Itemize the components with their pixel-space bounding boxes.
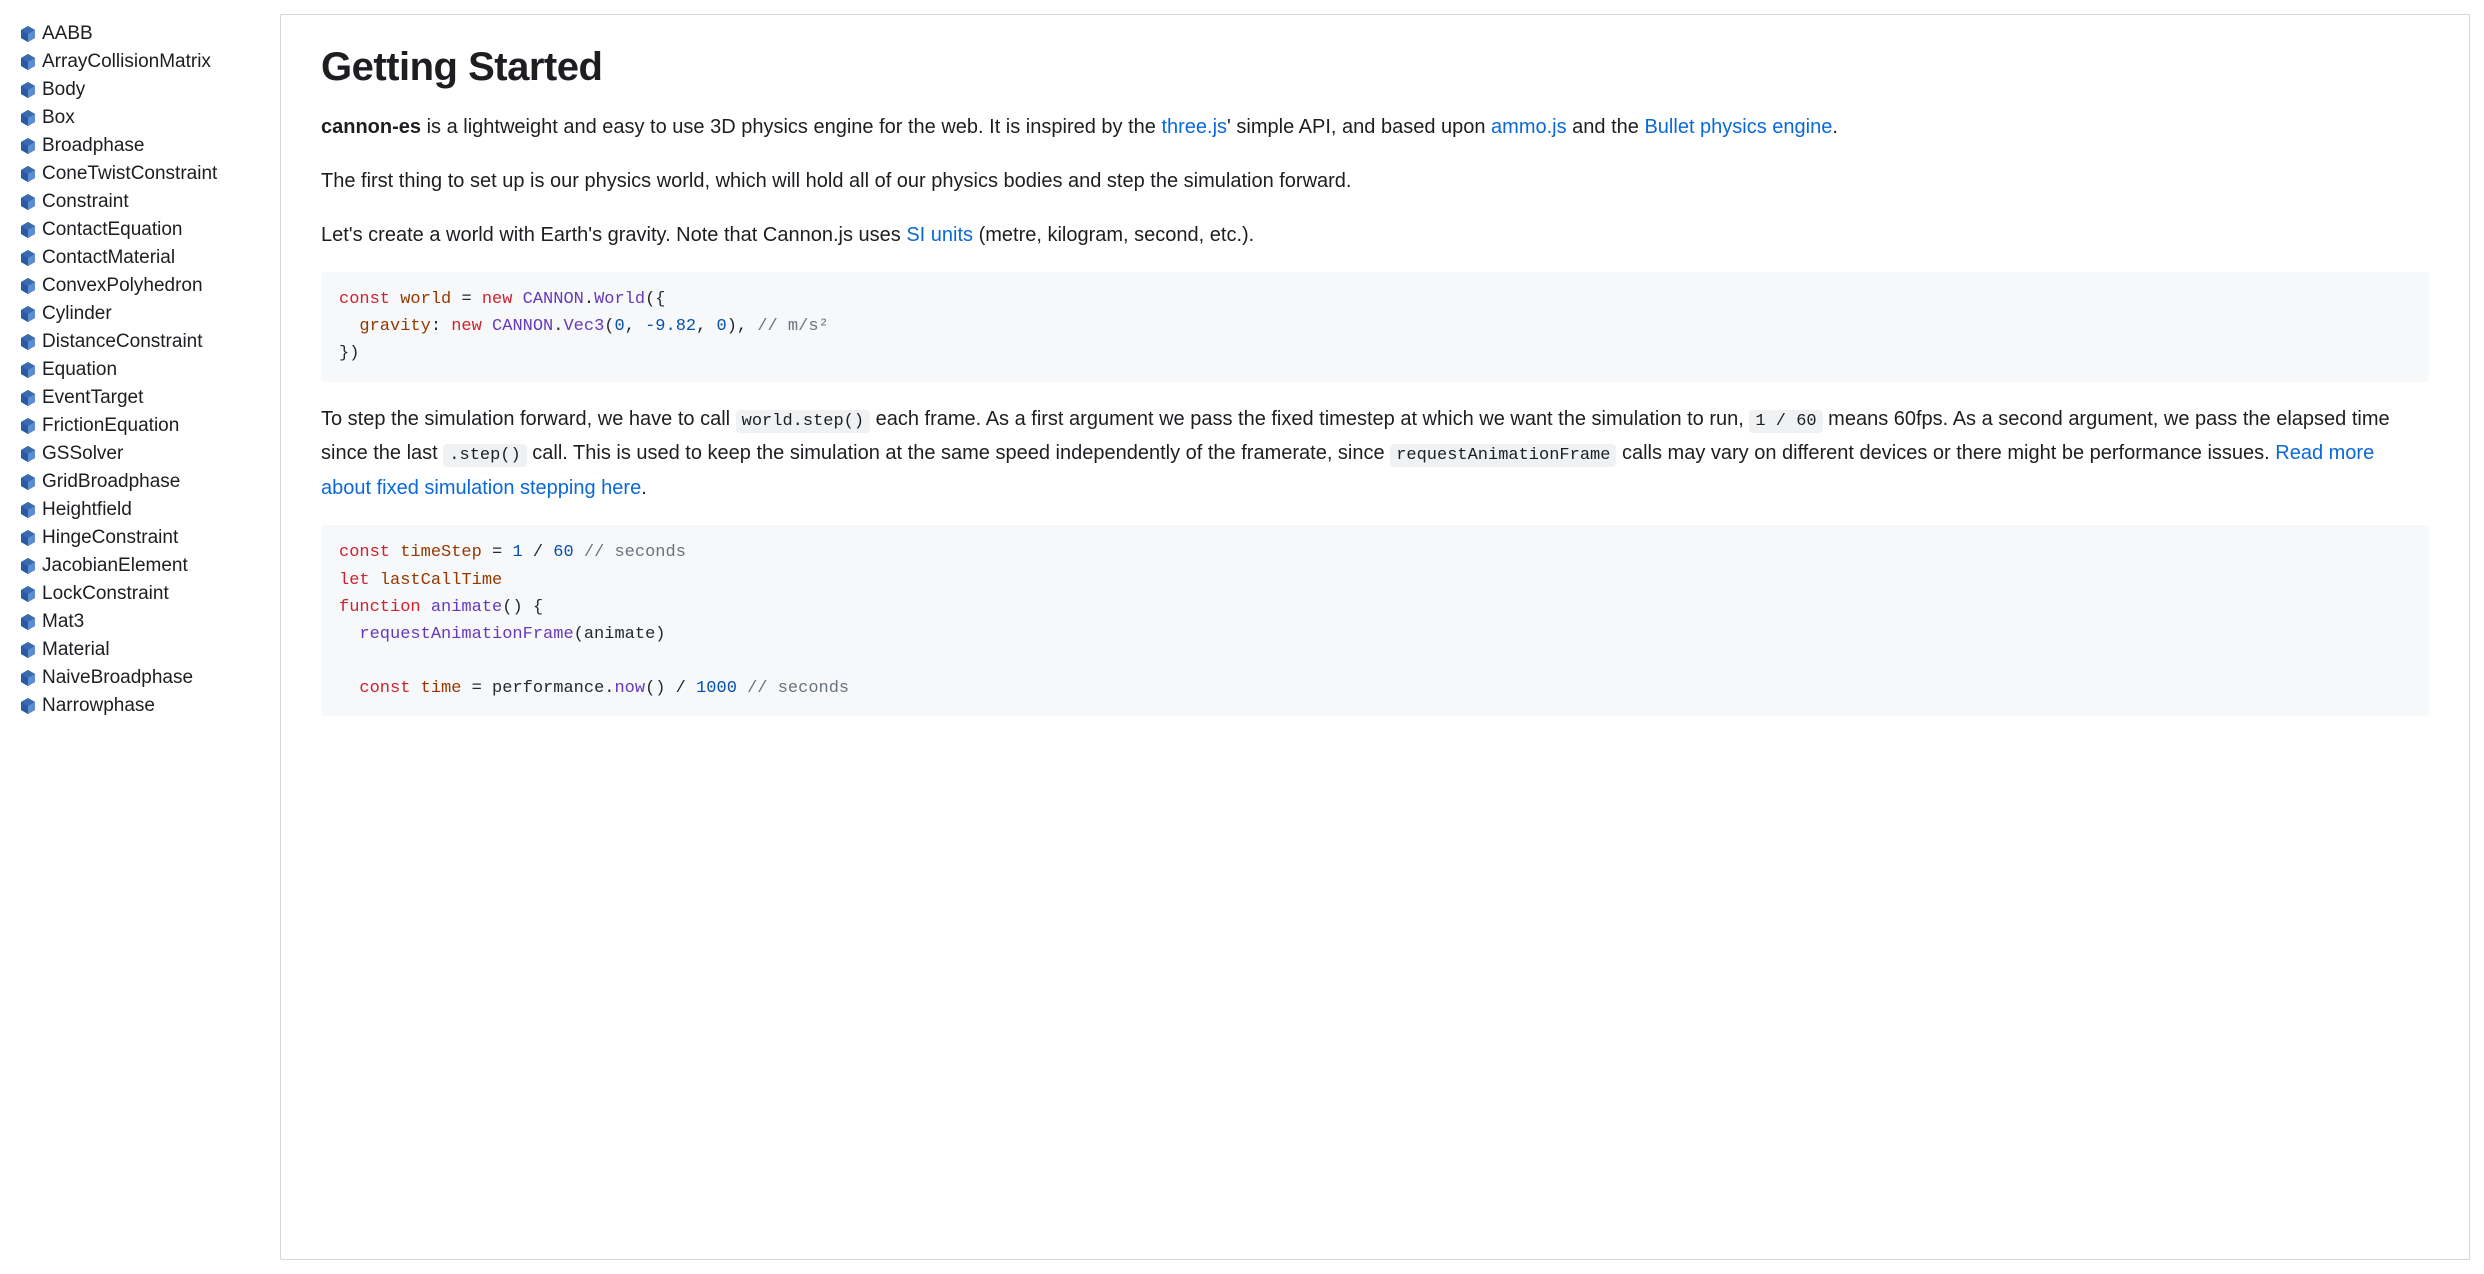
step-paragraph: To step the simulation forward, we have … [321, 402, 2429, 506]
sidebar-item-label: ContactEquation [42, 219, 183, 241]
intro-paragraph-1: cannon-es is a lightweight and easy to u… [321, 110, 2429, 144]
sidebar-item-gssolver[interactable]: GSSolver [20, 440, 280, 468]
sidebar-item-label: AABB [42, 23, 93, 45]
cube-icon [20, 138, 36, 154]
cube-icon [20, 278, 36, 294]
sidebar-item-label: JacobianElement [42, 555, 188, 577]
cube-icon [20, 586, 36, 602]
sidebar: AABB ArrayCollisionMatrix Body Box Broadphas… [0, 0, 280, 1274]
sidebar-item-mat3[interactable]: Mat3 [20, 608, 280, 636]
cube-icon [20, 54, 36, 70]
sidebar-item-arraycollisionmatrix[interactable]: ArrayCollisionMatrix [20, 48, 280, 76]
sidebar-item-label: GridBroadphase [42, 471, 180, 493]
sidebar-item-naivebroadphase[interactable]: NaiveBroadphase [20, 664, 280, 692]
sidebar-item-label: DistanceConstraint [42, 331, 203, 353]
cube-icon [20, 474, 36, 490]
code-raf: requestAnimationFrame [1390, 444, 1616, 467]
main-content: Getting Started cannon-es is a lightweig… [280, 14, 2470, 1260]
sidebar-item-equation[interactable]: Equation [20, 356, 280, 384]
sidebar-item-distanceconstraint[interactable]: DistanceConstraint [20, 328, 280, 356]
sidebar-item-jacobianelement[interactable]: JacobianElement [20, 552, 280, 580]
code-world-step: world.step() [736, 410, 870, 433]
cube-icon [20, 558, 36, 574]
cube-icon [20, 446, 36, 462]
link-si-units[interactable]: SI units [906, 224, 973, 246]
cube-icon [20, 306, 36, 322]
sidebar-item-aabb[interactable]: AABB [20, 20, 280, 48]
cube-icon [20, 642, 36, 658]
cube-icon [20, 614, 36, 630]
cube-icon [20, 670, 36, 686]
cube-icon [20, 418, 36, 434]
sidebar-item-narrowphase[interactable]: Narrowphase [20, 692, 280, 720]
cube-icon [20, 110, 36, 126]
sidebar-item-label: Broadphase [42, 135, 144, 157]
sidebar-item-label: Material [42, 639, 110, 661]
code-step: .step() [443, 444, 526, 467]
link-ammojs[interactable]: ammo.js [1491, 116, 1567, 138]
cube-icon [20, 698, 36, 714]
sidebar-item-heightfield[interactable]: Heightfield [20, 496, 280, 524]
code-block-world: const world = new CANNON.World({ gravity… [321, 272, 2429, 382]
sidebar-item-label: HingeConstraint [42, 527, 178, 549]
cube-icon [20, 194, 36, 210]
cube-icon [20, 82, 36, 98]
sidebar-item-label: Equation [42, 359, 117, 381]
sidebar-item-contactequation[interactable]: ContactEquation [20, 216, 280, 244]
code-timestep: 1 / 60 [1749, 410, 1822, 433]
page-title: Getting Started [321, 45, 2429, 90]
sidebar-item-label: ConeTwistConstraint [42, 163, 217, 185]
sidebar-item-label: Heightfield [42, 499, 132, 521]
sidebar-item-conetwistconstraint[interactable]: ConeTwistConstraint [20, 160, 280, 188]
link-bullet[interactable]: Bullet physics engine [1644, 116, 1832, 138]
sidebar-item-gridbroadphase[interactable]: GridBroadphase [20, 468, 280, 496]
cube-icon [20, 26, 36, 42]
intro-paragraph-3: Let's create a world with Earth's gravit… [321, 218, 2429, 252]
sidebar-item-label: NaiveBroadphase [42, 667, 193, 689]
cube-icon [20, 530, 36, 546]
lib-name: cannon-es [321, 116, 421, 138]
sidebar-item-body[interactable]: Body [20, 76, 280, 104]
sidebar-item-label: Constraint [42, 191, 129, 213]
sidebar-item-material[interactable]: Material [20, 636, 280, 664]
sidebar-item-label: GSSolver [42, 443, 123, 465]
sidebar-item-label: ConvexPolyhedron [42, 275, 203, 297]
cube-icon [20, 166, 36, 182]
cube-icon [20, 390, 36, 406]
sidebar-item-label: FrictionEquation [42, 415, 179, 437]
cube-icon [20, 362, 36, 378]
sidebar-item-label: EventTarget [42, 387, 143, 409]
sidebar-item-eventtarget[interactable]: EventTarget [20, 384, 280, 412]
sidebar-item-label: Body [42, 79, 85, 101]
sidebar-item-convexpolyhedron[interactable]: ConvexPolyhedron [20, 272, 280, 300]
cube-icon [20, 334, 36, 350]
sidebar-item-label: Box [42, 107, 75, 129]
cube-icon [20, 222, 36, 238]
sidebar-item-label: Narrowphase [42, 695, 155, 717]
sidebar-item-box[interactable]: Box [20, 104, 280, 132]
sidebar-item-contactmaterial[interactable]: ContactMaterial [20, 244, 280, 272]
sidebar-item-lockconstraint[interactable]: LockConstraint [20, 580, 280, 608]
sidebar-item-hingeconstraint[interactable]: HingeConstraint [20, 524, 280, 552]
sidebar-item-label: ContactMaterial [42, 247, 175, 269]
sidebar-item-broadphase[interactable]: Broadphase [20, 132, 280, 160]
sidebar-item-label: ArrayCollisionMatrix [42, 51, 211, 73]
sidebar-item-label: Mat3 [42, 611, 84, 633]
sidebar-item-label: LockConstraint [42, 583, 169, 605]
sidebar-item-label: Cylinder [42, 303, 112, 325]
sidebar-item-cylinder[interactable]: Cylinder [20, 300, 280, 328]
code-block-animate: const timeStep = 1 / 60 // seconds let l… [321, 525, 2429, 716]
link-threejs[interactable]: three.js [1161, 116, 1227, 138]
sidebar-item-frictionequation[interactable]: FrictionEquation [20, 412, 280, 440]
cube-icon [20, 502, 36, 518]
intro-paragraph-2: The first thing to set up is our physics… [321, 164, 2429, 198]
sidebar-item-constraint[interactable]: Constraint [20, 188, 280, 216]
cube-icon [20, 250, 36, 266]
